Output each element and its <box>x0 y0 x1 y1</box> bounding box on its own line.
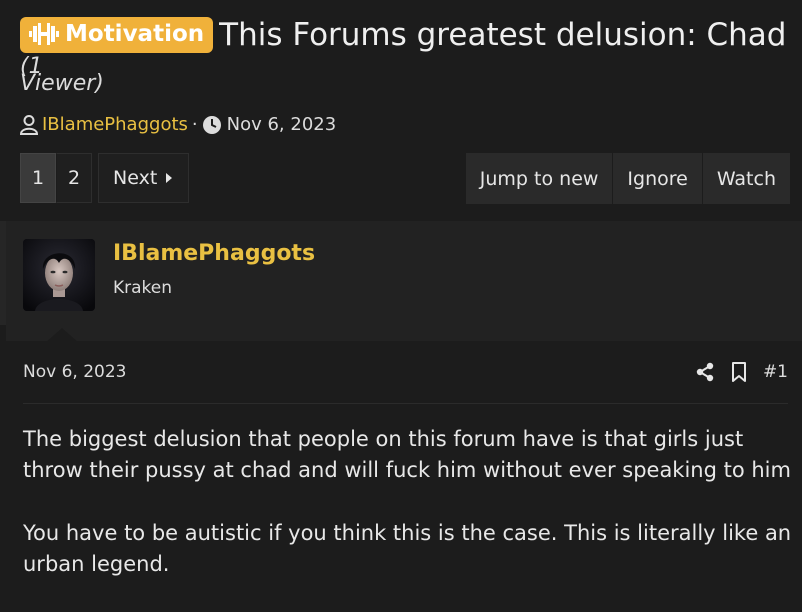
next-page-button[interactable]: Next <box>98 153 190 203</box>
bookmark-icon[interactable] <box>731 362 747 382</box>
share-icon[interactable] <box>695 362 715 382</box>
viewer-count-part2: Viewer) <box>20 71 104 96</box>
page-2-button[interactable]: 2 <box>56 153 92 203</box>
post-user-panel: IBlamePhaggots Kraken <box>6 221 802 342</box>
dumbbell-icon <box>29 23 59 45</box>
caret-right-icon <box>166 173 173 183</box>
thread-title: This Forums greatest delusion: Chad <box>219 17 787 53</box>
meta-separator: · <box>191 114 198 135</box>
next-page-label: Next <box>113 167 158 189</box>
watch-button[interactable]: Watch <box>702 153 790 204</box>
thread-author-link[interactable]: IBlamePhaggots <box>42 113 188 137</box>
post-body: The biggest delusion that people on this… <box>23 424 793 612</box>
post-header-divider <box>23 403 788 404</box>
pagination: 1 2 Next <box>20 153 190 203</box>
post-header: Nov 6, 2023 #1 <box>23 362 788 388</box>
user-title: Kraken <box>113 278 173 298</box>
avatar[interactable] <box>23 239 95 311</box>
panel-arrow <box>46 328 78 342</box>
thread-actions: Jump to new Ignore Watch <box>465 153 790 204</box>
thread-prefix-badge[interactable]: Motivation <box>20 17 214 53</box>
clock-icon <box>202 116 221 134</box>
user-icon <box>20 115 38 135</box>
page-1-button[interactable]: 1 <box>20 153 56 203</box>
thread-date-link[interactable]: Nov 6, 2023 <box>227 113 337 137</box>
post-header-actions: #1 <box>695 362 788 382</box>
post-username-link[interactable]: IBlamePhaggots <box>113 241 315 266</box>
ignore-button[interactable]: Ignore <box>613 153 703 204</box>
post-date-link[interactable]: Nov 6, 2023 <box>23 362 126 382</box>
jump-to-new-button[interactable]: Jump to new <box>465 153 614 204</box>
post-paragraph: You have to be autistic if you think thi… <box>23 521 792 576</box>
thread-meta: IBlamePhaggots · Nov 6, 2023 <box>20 113 336 137</box>
post-paragraph: The biggest delusion that people on this… <box>23 427 791 482</box>
post-number-link[interactable]: #1 <box>763 362 788 382</box>
thread-title-row: Motivation This Forums greatest delusion:… <box>20 16 795 79</box>
page-number-group: 1 2 <box>20 153 92 203</box>
thread-prefix-label: Motivation <box>65 21 205 47</box>
